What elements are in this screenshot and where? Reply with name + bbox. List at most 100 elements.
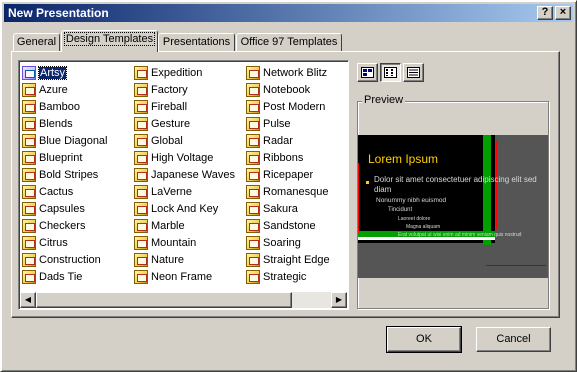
tab-office-97-templates[interactable]: Office 97 Templates xyxy=(236,33,342,51)
dialog-title: New Presentation xyxy=(8,6,109,20)
template-item-blueprint[interactable]: Blueprint xyxy=(22,149,134,166)
template-item-checkers[interactable]: Checkers xyxy=(22,217,134,234)
template-item-radar[interactable]: Radar xyxy=(246,132,348,149)
template-file-icon xyxy=(246,65,260,80)
template-file-icon xyxy=(22,82,36,97)
preview-bullet-6: Erat volutpat ut wisi enim ad minim veni… xyxy=(398,232,522,238)
template-item-dads-tie[interactable]: Dads Tie xyxy=(22,268,134,285)
template-file-icon xyxy=(134,133,148,148)
template-file-icon xyxy=(22,269,36,284)
template-item-citrus[interactable]: Citrus xyxy=(22,234,134,251)
template-file-icon xyxy=(246,99,260,114)
template-item-construction[interactable]: Construction xyxy=(22,251,134,268)
template-item-sakura[interactable]: Sakura xyxy=(246,200,348,217)
template-file-icon xyxy=(134,184,148,199)
template-item-capsules[interactable]: Capsules xyxy=(22,200,134,217)
template-item-straight-edge[interactable]: Straight Edge xyxy=(246,251,348,268)
template-item-bold-stripes[interactable]: Bold Stripes xyxy=(22,166,134,183)
template-file-icon xyxy=(22,150,36,165)
scroll-left-icon[interactable]: ◀ xyxy=(20,292,36,308)
template-item-expedition[interactable]: Expedition xyxy=(134,64,246,81)
template-item-laverne[interactable]: LaVerne xyxy=(134,183,246,200)
preview-bullet-3: Tincidunt xyxy=(388,207,413,213)
template-item-artsy[interactable]: Artsy xyxy=(22,64,134,81)
template-file-icon xyxy=(22,99,36,114)
tab-presentations[interactable]: Presentations xyxy=(158,33,235,51)
template-item-nature[interactable]: Nature xyxy=(134,251,246,268)
preview-label: Preview xyxy=(362,94,406,106)
template-item-soaring[interactable]: Soaring xyxy=(246,234,348,251)
tab-general[interactable]: General xyxy=(13,33,60,51)
template-file-icon xyxy=(134,82,148,97)
template-column-1: Artsy Azure Bamboo Blends Blue Diagonal … xyxy=(22,64,134,285)
preview-bullet-5: Magna aliquam xyxy=(406,224,441,230)
template-file-icon xyxy=(134,252,148,267)
title-bar[interactable]: New Presentation ? × xyxy=(4,4,573,22)
template-file-icon xyxy=(246,116,260,131)
scroll-right-icon[interactable]: ▶ xyxy=(331,292,347,308)
template-list[interactable]: Artsy Azure Bamboo Blends Blue Diagonal … xyxy=(18,60,349,310)
template-item-ricepaper[interactable]: Ricepaper xyxy=(246,166,348,183)
ok-button[interactable]: OK xyxy=(386,326,462,353)
help-button[interactable]: ? xyxy=(537,6,553,20)
template-file-icon xyxy=(246,167,260,182)
template-file-icon xyxy=(246,218,260,233)
preview-bullet-4: Laoreet dolore xyxy=(398,216,431,222)
cancel-button[interactable]: Cancel xyxy=(476,327,551,352)
template-item-marble[interactable]: Marble xyxy=(134,217,246,234)
preview-bullet-2: Nonummy nibh euismod xyxy=(376,197,447,204)
template-file-icon xyxy=(22,218,36,233)
template-item-high-voltage[interactable]: High Voltage xyxy=(134,149,246,166)
template-item-japanese-waves[interactable]: Japanese Waves xyxy=(134,166,246,183)
template-item-notebook[interactable]: Notebook xyxy=(246,81,348,98)
horizontal-scrollbar[interactable]: ◀ ▶ xyxy=(20,292,347,308)
template-item-blends[interactable]: Blends xyxy=(22,115,134,132)
template-item-ribbons[interactable]: Ribbons xyxy=(246,149,348,166)
preview-bullet-1: Dolor sit amet consectetuer adipiscing e… xyxy=(374,175,537,194)
template-file-icon xyxy=(22,184,36,199)
template-item-fireball[interactable]: Fireball xyxy=(134,98,246,115)
template-file-icon xyxy=(22,65,36,80)
template-file-icon xyxy=(134,235,148,250)
template-file-icon xyxy=(246,252,260,267)
template-item-post-modern[interactable]: Post Modern xyxy=(246,98,348,115)
scroll-thumb[interactable] xyxy=(36,292,292,308)
template-item-strategic[interactable]: Strategic xyxy=(246,268,348,285)
template-item-network-blitz[interactable]: Network Blitz xyxy=(246,64,348,81)
template-item-neon-frame[interactable]: Neon Frame xyxy=(134,268,246,285)
template-item-lock-and-key[interactable]: Lock And Key xyxy=(134,200,246,217)
template-item-global[interactable]: Global xyxy=(134,132,246,149)
template-item-romanesque[interactable]: Romanesque xyxy=(246,183,348,200)
list-view-button[interactable] xyxy=(380,63,401,82)
template-item-azure[interactable]: Azure xyxy=(22,81,134,98)
preview-slide-title: Lorem Ipsum xyxy=(368,152,439,166)
template-file-icon xyxy=(246,133,260,148)
template-file-icon xyxy=(246,150,260,165)
details-view-button[interactable] xyxy=(403,63,424,82)
template-file-icon xyxy=(134,65,148,80)
template-file-icon xyxy=(134,218,148,233)
template-item-pulse[interactable]: Pulse xyxy=(246,115,348,132)
large-icons-view-button[interactable] xyxy=(357,63,378,82)
tab-design-templates[interactable]: Design Templates xyxy=(61,30,158,52)
template-file-icon xyxy=(22,201,36,216)
template-item-gesture[interactable]: Gesture xyxy=(134,115,246,132)
template-file-icon xyxy=(134,99,148,114)
preview-slide: Lorem Ipsum Dolor sit amet consectetuer … xyxy=(358,135,548,278)
list-view-icon xyxy=(384,67,397,78)
template-item-cactus[interactable]: Cactus xyxy=(22,183,134,200)
template-item-mountain[interactable]: Mountain xyxy=(134,234,246,251)
template-item-blue-diagonal[interactable]: Blue Diagonal xyxy=(22,132,134,149)
template-file-icon xyxy=(134,116,148,131)
template-file-icon xyxy=(134,201,148,216)
template-file-icon xyxy=(246,82,260,97)
template-item-sandstone[interactable]: Sandstone xyxy=(246,217,348,234)
preview-group: Preview Lorem Ipsum Dolor sit amet conse… xyxy=(357,94,549,309)
template-item-bamboo[interactable]: Bamboo xyxy=(22,98,134,115)
template-item-factory[interactable]: Factory xyxy=(134,81,246,98)
template-file-icon xyxy=(246,184,260,199)
template-file-icon xyxy=(22,235,36,250)
template-file-icon xyxy=(246,269,260,284)
details-view-icon xyxy=(407,67,420,78)
close-button[interactable]: × xyxy=(555,6,571,20)
